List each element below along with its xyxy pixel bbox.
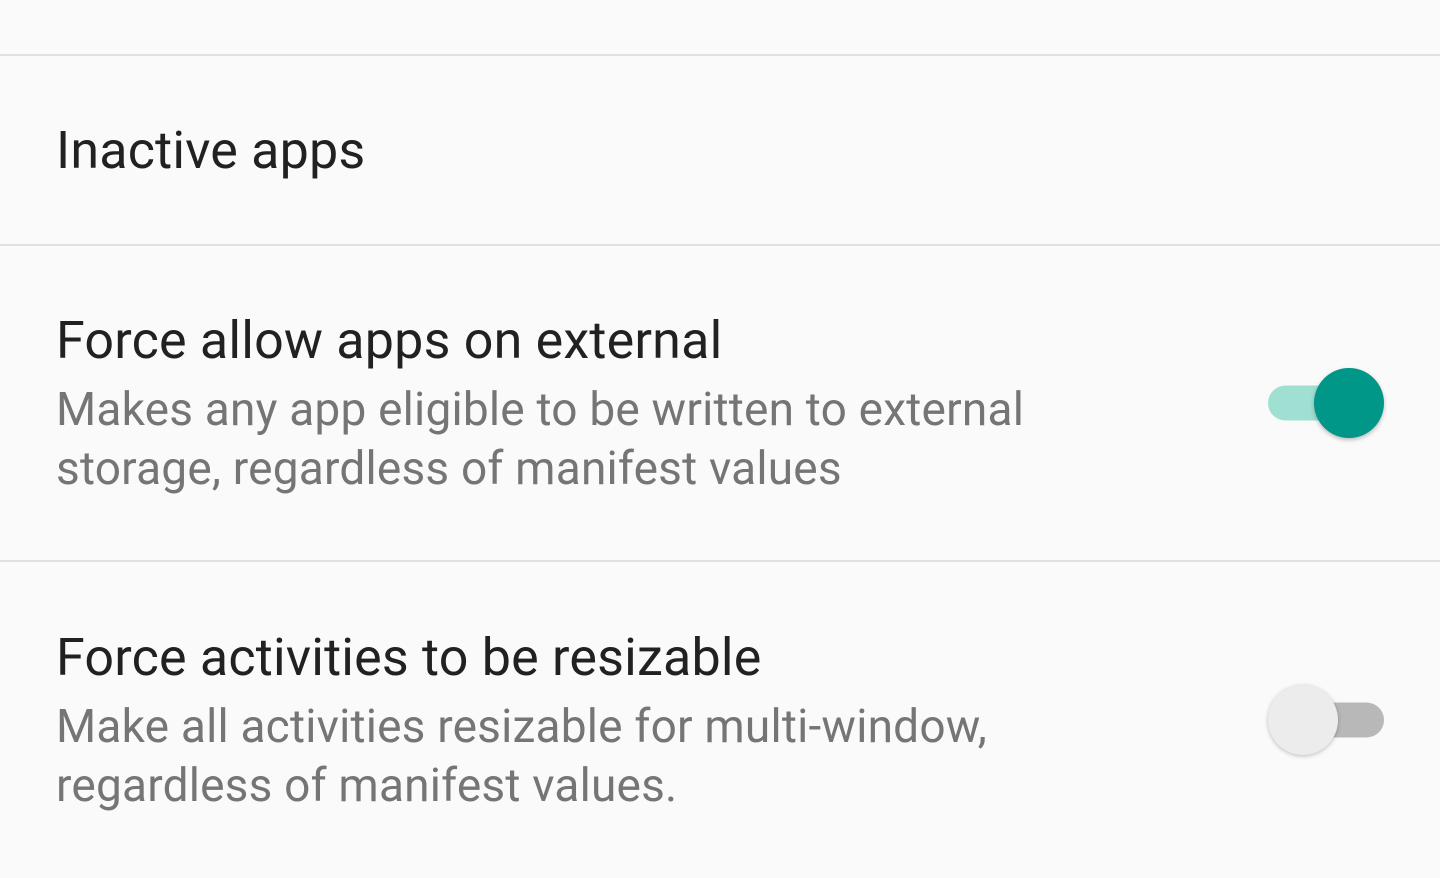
top-divider — [0, 0, 1440, 56]
inactive-apps-row[interactable]: Inactive apps — [0, 56, 1440, 246]
force-resizable-toggle[interactable] — [1268, 684, 1384, 756]
force-resizable-row[interactable]: Force activities to be resizable Make al… — [0, 562, 1440, 878]
force-allow-external-title: Force allow apps on external — [56, 308, 1136, 373]
force-allow-external-desc: Makes any app eligible to be written to … — [56, 381, 1136, 499]
force-allow-external-text: Force allow apps on external Makes any a… — [56, 308, 1136, 499]
force-resizable-text: Force activities to be resizable Make al… — [56, 625, 1136, 816]
toggle-knob — [1268, 685, 1338, 755]
force-resizable-desc: Make all activities resizable for multi-… — [56, 698, 1136, 816]
force-allow-external-row[interactable]: Force allow apps on external Makes any a… — [0, 246, 1440, 562]
inactive-apps-text: Inactive apps — [56, 118, 1136, 183]
inactive-apps-title: Inactive apps — [56, 118, 1136, 183]
force-resizable-title: Force activities to be resizable — [56, 625, 1136, 690]
force-allow-external-toggle[interactable] — [1268, 367, 1384, 439]
toggle-knob — [1314, 368, 1384, 438]
